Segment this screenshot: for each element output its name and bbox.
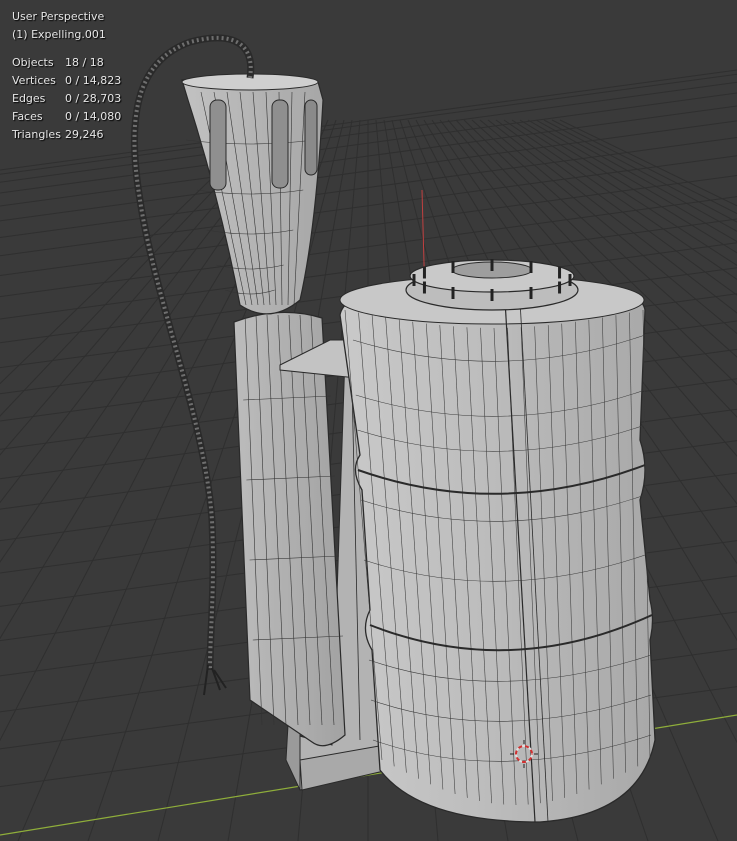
viewport-info-overlay: User Perspective (1) Expelling.001 Objec… — [12, 8, 121, 144]
tank-lid-mesh[interactable] — [405, 259, 579, 311]
stat-label: Faces — [12, 110, 43, 123]
view-name-label: User Perspective — [12, 10, 105, 23]
stat-row-vertices: Vertices 0 / 14,823 — [12, 72, 121, 90]
stat-label: Vertices — [12, 74, 56, 87]
stat-value: 0 / 28,703 — [65, 92, 122, 105]
stat-row-edges: Edges 0 / 28,703 — [12, 90, 121, 108]
3d-viewport[interactable]: User Perspective (1) Expelling.001 Objec… — [0, 0, 737, 841]
tank-mesh[interactable] — [339, 275, 656, 823]
stat-value: 29,246 — [65, 128, 104, 141]
stat-row-triangles: Triangles 29,246 — [12, 126, 121, 144]
stat-value: 0 / 14,080 — [65, 110, 122, 123]
active-object-label: (1) Expelling.001 — [12, 28, 106, 41]
statistics-panel: Objects 18 / 18 Vertices 0 / 14,823 Edge… — [12, 54, 121, 144]
stat-value: 0 / 14,823 — [65, 74, 122, 87]
stat-row-objects: Objects 18 / 18 — [12, 54, 121, 72]
stat-label: Triangles — [12, 128, 61, 141]
stat-row-faces: Faces 0 / 14,080 — [12, 108, 121, 126]
stat-label: Edges — [12, 92, 46, 105]
stat-value: 18 / 18 — [65, 56, 104, 69]
pole-mesh[interactable] — [233, 311, 346, 747]
funnel-mesh[interactable] — [181, 73, 324, 315]
stat-label: Objects — [12, 56, 54, 69]
